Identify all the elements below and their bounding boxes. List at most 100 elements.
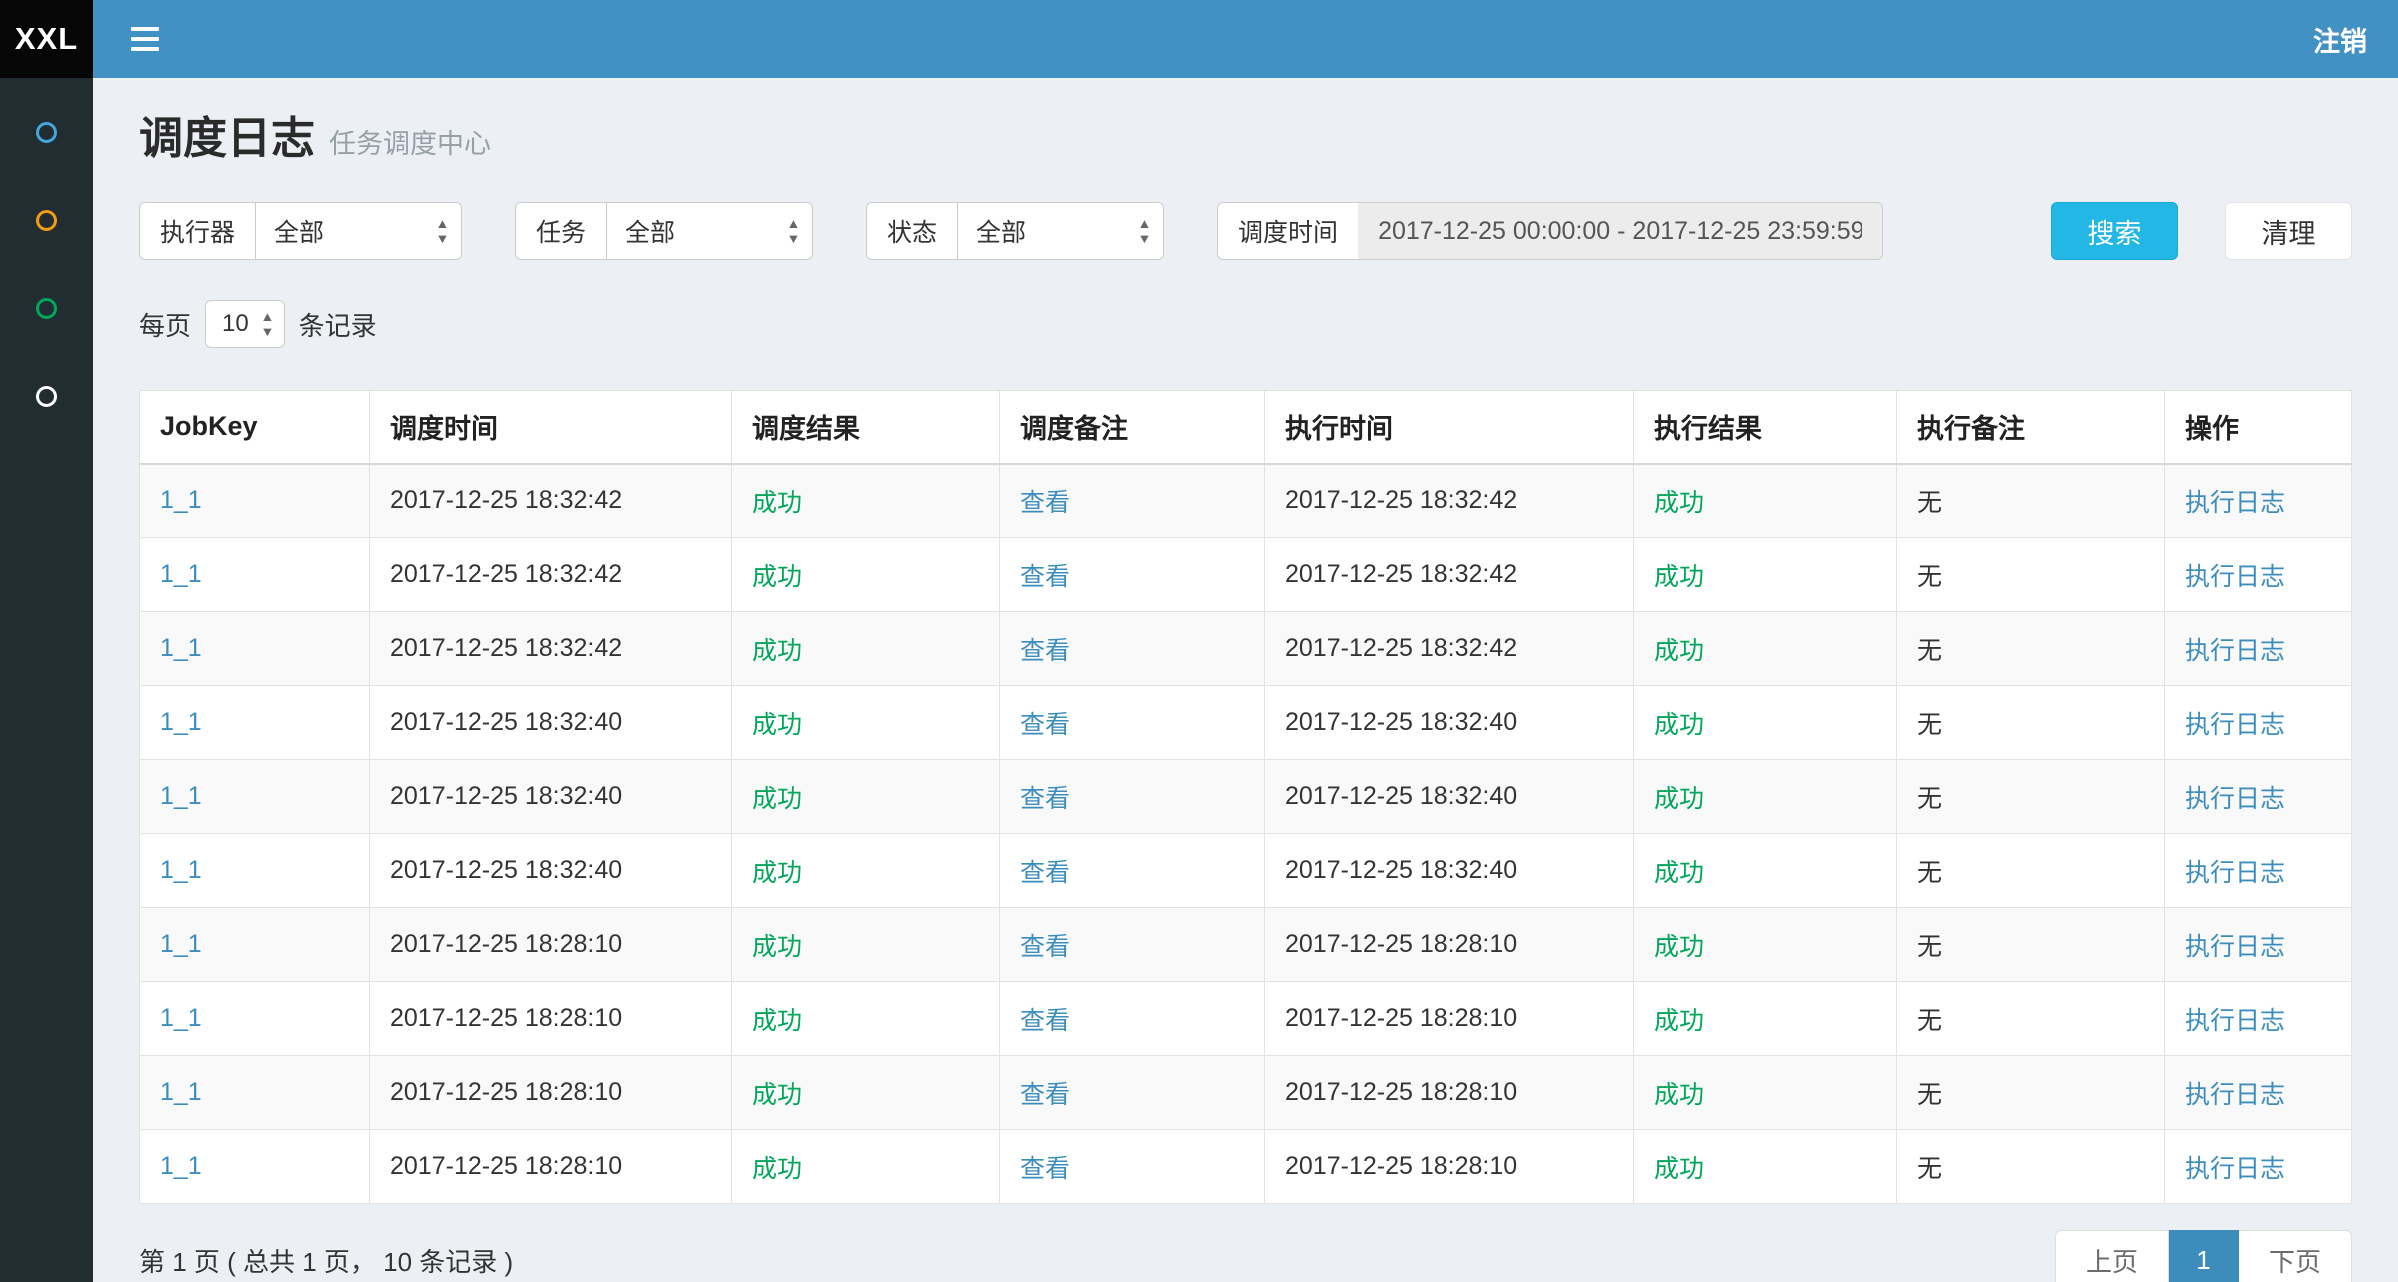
trigger-msg-link[interactable]: 查看	[1020, 933, 1070, 961]
jobkey-link[interactable]: 1_1	[160, 782, 202, 810]
handle-time-cell: 2017-12-25 18:32:42	[1265, 538, 1634, 612]
status-filter-label: 状态	[866, 202, 957, 260]
execution-log-link[interactable]: 执行日志	[2185, 933, 2285, 961]
handle-time-cell: 2017-12-25 18:32:40	[1265, 834, 1634, 908]
navbar-right: 注销	[93, 0, 2398, 78]
jobkey-link[interactable]: 1_1	[160, 486, 202, 514]
job-select-value: 全部	[625, 213, 675, 249]
sidebar-toggle-button[interactable]	[127, 21, 163, 57]
trigger-time-cell: 2017-12-25 18:32:40	[370, 686, 732, 760]
pagination-prev[interactable]: 上页	[2055, 1230, 2169, 1282]
jobkey-link[interactable]: 1_1	[160, 1152, 202, 1180]
job-filter-group: 任务 全部 ▲▼	[515, 202, 813, 260]
page-size-select[interactable]: 10 ▲▼	[205, 300, 285, 348]
trigger-msg-link[interactable]: 查看	[1020, 563, 1070, 591]
jobkey-link-cell: 1_1	[140, 760, 370, 834]
jobkey-link[interactable]: 1_1	[160, 1078, 202, 1106]
execution-log-link[interactable]: 执行日志	[2185, 785, 2285, 813]
execution-log-link[interactable]: 执行日志	[2185, 489, 2285, 517]
trigger-time-filter-group: 调度时间	[1217, 202, 1883, 260]
jobkey-link[interactable]: 1_1	[160, 856, 202, 884]
trigger-msg-link[interactable]: 查看	[1020, 1007, 1070, 1035]
page-length-prefix: 每页	[139, 306, 191, 343]
handle-msg-cell: 无	[1897, 760, 2165, 834]
trigger-result: 成功	[732, 538, 1000, 612]
trigger-msg-link-cell: 查看	[1000, 982, 1265, 1056]
execution-log-link[interactable]: 执行日志	[2185, 637, 2285, 665]
circle-icon	[36, 122, 57, 143]
execution-log-link-cell: 执行日志	[2165, 834, 2352, 908]
trigger-time-range-input[interactable]	[1358, 202, 1883, 260]
handle-msg-cell: 无	[1897, 834, 2165, 908]
status-select[interactable]: 全部 ▲▼	[957, 202, 1164, 260]
jobkey-link[interactable]: 1_1	[160, 634, 202, 662]
job-select[interactable]: 全部 ▲▼	[606, 202, 813, 260]
executor-select[interactable]: 全部 ▲▼	[255, 202, 462, 260]
trigger-msg-link[interactable]: 查看	[1020, 637, 1070, 665]
trigger-msg-link-cell: 查看	[1000, 908, 1265, 982]
trigger-msg-link[interactable]: 查看	[1020, 1155, 1070, 1183]
jobkey-link[interactable]: 1_1	[160, 930, 202, 958]
execution-log-link[interactable]: 执行日志	[2185, 1081, 2285, 1109]
trigger-msg-link-cell: 查看	[1000, 1130, 1265, 1204]
execution-log-link[interactable]: 执行日志	[2185, 859, 2285, 887]
execution-log-link[interactable]: 执行日志	[2185, 1007, 2285, 1035]
handle-time-cell: 2017-12-25 18:32:40	[1265, 686, 1634, 760]
table-row: 1_12017-12-25 18:32:42成功查看2017-12-25 18:…	[140, 538, 2352, 612]
execution-log-link[interactable]: 执行日志	[2185, 563, 2285, 591]
jobkey-link[interactable]: 1_1	[160, 708, 202, 736]
job-filter-label: 任务	[515, 202, 606, 260]
trigger-msg-link[interactable]: 查看	[1020, 859, 1070, 887]
execution-log-link[interactable]: 执行日志	[2185, 711, 2285, 739]
search-button[interactable]: 搜索	[2051, 202, 2178, 260]
trigger-result: 成功	[732, 982, 1000, 1056]
handle-result: 成功	[1634, 1056, 1897, 1130]
column-header: 执行备注	[1897, 391, 2165, 464]
column-header: 操作	[2165, 391, 2352, 464]
handle-result: 成功	[1634, 686, 1897, 760]
trigger-msg-link[interactable]: 查看	[1020, 1081, 1070, 1109]
table-row: 1_12017-12-25 18:28:10成功查看2017-12-25 18:…	[140, 1056, 2352, 1130]
jobkey-link-cell: 1_1	[140, 686, 370, 760]
handle-time-cell: 2017-12-25 18:28:10	[1265, 982, 1634, 1056]
table-row: 1_12017-12-25 18:28:10成功查看2017-12-25 18:…	[140, 908, 2352, 982]
handle-result: 成功	[1634, 760, 1897, 834]
brand-logo[interactable]: XXL	[0, 0, 93, 78]
stepper-icon: ▲▼	[261, 310, 274, 338]
handle-time-cell: 2017-12-25 18:28:10	[1265, 908, 1634, 982]
clear-button[interactable]: 清理	[2225, 202, 2352, 260]
app-root: XXL 注销 调度日志 任务调度中心	[0, 0, 2398, 1282]
pagination-next[interactable]: 下页	[2239, 1230, 2352, 1282]
jobkey-link-cell: 1_1	[140, 538, 370, 612]
execution-log-link-cell: 执行日志	[2165, 538, 2352, 612]
pagination-page-1[interactable]: 1	[2169, 1230, 2239, 1282]
jobkey-link-cell: 1_1	[140, 1130, 370, 1204]
table-row: 1_12017-12-25 18:32:42成功查看2017-12-25 18:…	[140, 464, 2352, 538]
filter-toolbar: 执行器 全部 ▲▼ 任务 全部 ▲▼ 状态	[139, 202, 2352, 260]
jobkey-link[interactable]: 1_1	[160, 560, 202, 588]
handle-result: 成功	[1634, 908, 1897, 982]
page-title: 调度日志 任务调度中心	[139, 102, 2352, 166]
execution-log-link-cell: 执行日志	[2165, 1056, 2352, 1130]
trigger-msg-link[interactable]: 查看	[1020, 489, 1070, 517]
sidebar	[0, 78, 93, 1282]
sidebar-menu	[0, 78, 93, 440]
page-subtitle: 任务调度中心	[329, 122, 491, 161]
handle-msg-cell: 无	[1897, 1056, 2165, 1130]
trigger-msg-link[interactable]: 查看	[1020, 711, 1070, 739]
execution-log-link[interactable]: 执行日志	[2185, 1155, 2285, 1183]
sidebar-item-3[interactable]	[0, 264, 93, 352]
execution-log-link-cell: 执行日志	[2165, 982, 2352, 1056]
sidebar-item-4[interactable]	[0, 352, 93, 440]
page-size-value: 10	[222, 310, 249, 338]
logout-link[interactable]: 注销	[2313, 20, 2367, 59]
status-select-value: 全部	[976, 213, 1026, 249]
trigger-msg-link[interactable]: 查看	[1020, 785, 1070, 813]
sidebar-item-2[interactable]	[0, 176, 93, 264]
jobkey-link[interactable]: 1_1	[160, 1004, 202, 1032]
pagination-info: 第 1 页 ( 总共 1 页， 10 条记录 )	[139, 1242, 513, 1279]
sidebar-item-1[interactable]	[0, 88, 93, 176]
circle-icon	[36, 298, 57, 319]
stepper-icon: ▲▼	[1138, 217, 1151, 245]
circle-icon	[36, 386, 57, 407]
